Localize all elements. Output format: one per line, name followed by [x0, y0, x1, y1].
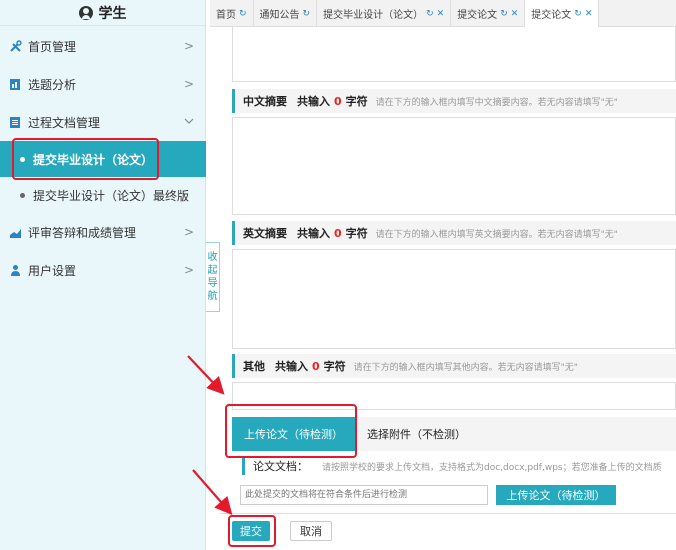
app-window: 学生 首页管理 > 选题分析 > 过程文档管理 提交毕业设计（论文） 提交毕业设… — [0, 0, 676, 550]
arrow-to-upload-tab — [187, 355, 225, 395]
annotation-arrows — [187, 355, 233, 515]
arrow-to-submit — [192, 469, 233, 515]
